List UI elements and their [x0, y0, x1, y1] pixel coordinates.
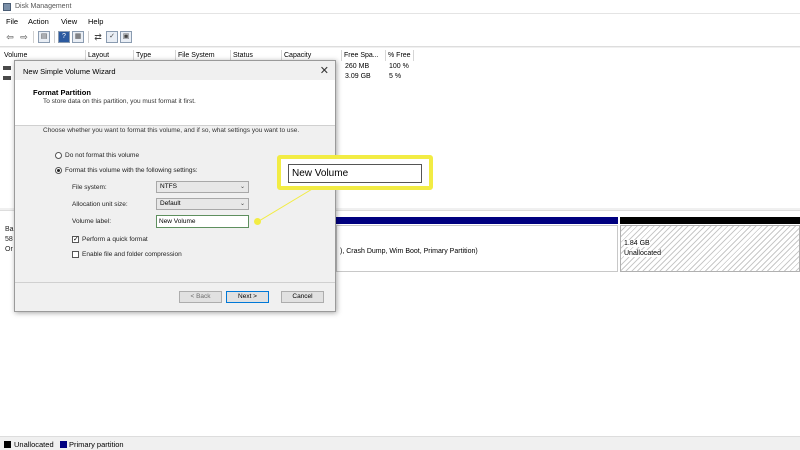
callout-pointer-dot [254, 218, 261, 225]
forward-arrow-icon[interactable]: ⇨ [18, 31, 30, 43]
menu-action[interactable]: Action [28, 17, 49, 26]
chevron-down-icon: ⌄ [239, 184, 245, 190]
quick-format-checkbox[interactable]: ✓ [72, 236, 79, 243]
partition-description: ), Crash Dump, Wim Boot, Primary Partiti… [340, 248, 478, 255]
back-button[interactable]: < Back [179, 291, 222, 303]
rescan-icon[interactable]: ⇄ [92, 31, 104, 43]
menu-file[interactable]: File [6, 17, 18, 26]
unallocated-size: 1.84 GB [624, 240, 650, 247]
back-arrow-icon[interactable]: ⇦ [4, 31, 16, 43]
wizard-separator [15, 282, 335, 283]
row-2-percent-free[interactable]: 5 % [389, 73, 401, 80]
allocation-unit-value: Default [160, 200, 181, 207]
file-system-value: NTFS [160, 183, 177, 190]
compression-label[interactable]: Enable file and folder compression [82, 251, 182, 258]
chevron-down-icon: ⌄ [239, 201, 245, 207]
check-icon[interactable]: ✓ [106, 31, 118, 43]
wizard-header: Format Partition To store data on this p… [15, 80, 335, 126]
format-radio[interactable] [55, 167, 62, 174]
wizard-title: New Simple Volume Wizard [23, 67, 116, 76]
title-bar: Disk Management [0, 0, 800, 14]
quick-format-label[interactable]: Perform a quick format [82, 236, 148, 243]
legend-primary-partition: Primary partition [69, 440, 124, 449]
settings-icon[interactable]: ▣ [120, 31, 132, 43]
file-system-label: File system: [72, 184, 107, 191]
row-1-free-space[interactable]: 260 MB [345, 63, 369, 70]
window-title: Disk Management [15, 3, 72, 10]
format-label[interactable]: Format this volume with the following se… [65, 167, 198, 174]
show-hide-tree-icon[interactable]: ▤ [38, 31, 50, 43]
no-format-label[interactable]: Do not format this volume [65, 152, 139, 159]
compression-checkbox[interactable] [72, 251, 79, 258]
menu-view[interactable]: View [61, 17, 77, 26]
disk-info-line: 58 [5, 236, 13, 243]
unallocated-block[interactable]: 1.84 GB Unallocated [620, 225, 800, 272]
volume-icon [3, 66, 11, 70]
row-2-free-space[interactable]: 3.09 GB [345, 73, 371, 80]
volume-icon [3, 76, 11, 80]
file-system-select[interactable]: NTFS ⌄ [156, 181, 249, 193]
cancel-button[interactable]: Cancel [281, 291, 324, 303]
disk-info[interactable]: Ba 58 Or [5, 225, 14, 255]
primary-partition-block[interactable]: ), Crash Dump, Wim Boot, Primary Partiti… [336, 225, 618, 272]
wizard-question: Choose whether you want to format this v… [43, 127, 300, 134]
unallocated-bar [620, 217, 800, 224]
help-icon[interactable]: ? [58, 31, 70, 43]
menu-help[interactable]: Help [88, 17, 103, 26]
toolbar: ⇦ ⇨ ▤ ? ▦ ⇄ ✓ ▣ [0, 28, 800, 47]
primary-partition-bar [336, 217, 618, 224]
wizard-heading: Format Partition [33, 88, 91, 97]
menu-bar: File Action View Help [0, 14, 800, 28]
volume-label-label: Volume label: [72, 218, 112, 225]
disk-management-icon [3, 3, 11, 11]
close-icon[interactable]: ✕ [320, 64, 329, 77]
allocation-unit-label: Allocation unit size: [72, 201, 128, 208]
primary-partition-swatch [60, 441, 67, 448]
column-percent-free[interactable]: % Free [386, 50, 414, 61]
toolbar-separator [33, 31, 34, 43]
toolbar-separator [54, 31, 55, 43]
wizard-subheading: To store data on this partition, you mus… [43, 98, 196, 105]
allocation-unit-select[interactable]: Default ⌄ [156, 198, 249, 210]
unallocated-label: Unallocated [624, 250, 661, 257]
row-1-percent-free[interactable]: 100 % [389, 63, 409, 70]
disk-info-line: Ba [5, 226, 14, 233]
disk-info-line: Or [5, 246, 13, 253]
volume-label-input[interactable]: New Volume [156, 215, 249, 228]
toolbar-separator [88, 31, 89, 43]
column-free-space[interactable]: Free Spa... [342, 50, 386, 61]
legend: Unallocated Primary partition [0, 436, 800, 450]
legend-unallocated: Unallocated [14, 440, 54, 449]
no-format-radio[interactable] [55, 152, 62, 159]
unallocated-swatch [4, 441, 11, 448]
callout-text: New Volume [288, 164, 422, 183]
volume-label-callout: New Volume [277, 155, 433, 190]
properties-icon[interactable]: ▦ [72, 31, 84, 43]
next-button[interactable]: Next > [226, 291, 269, 303]
